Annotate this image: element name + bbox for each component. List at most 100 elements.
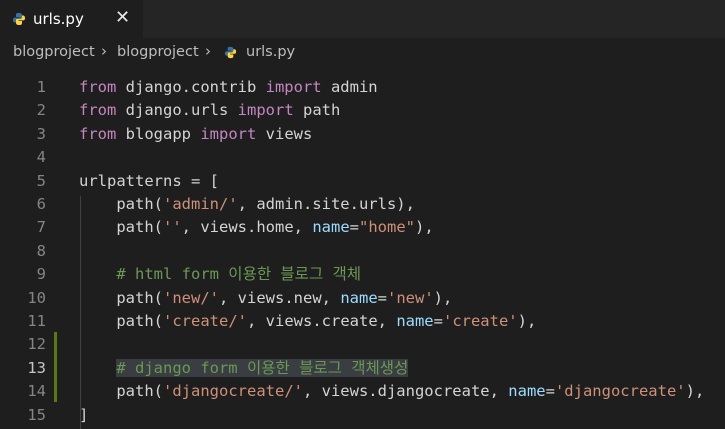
close-icon[interactable]: ✕ bbox=[115, 7, 130, 28]
string-token: 'djangocreate' bbox=[554, 382, 686, 401]
code-token: path( bbox=[79, 312, 163, 330]
line-number: 13 bbox=[27, 358, 46, 377]
string-token: '' bbox=[163, 218, 182, 237]
line-number: 11 bbox=[27, 312, 46, 330]
keyword-token: import bbox=[265, 78, 322, 96]
code-editor[interactable]: 1 from django.contrib import admin 2 from d… bbox=[0, 68, 725, 429]
line-number: 8 bbox=[36, 241, 46, 260]
code-token: = bbox=[545, 382, 555, 401]
code-token: django.urls bbox=[116, 101, 238, 120]
chevron-right-icon: › bbox=[205, 42, 211, 60]
code-text: path('create/', views.create, name='crea… bbox=[79, 310, 536, 333]
comment-token: # django form 이용한 블로그 객체생성 bbox=[116, 358, 409, 377]
string-token: 'djangocreate/' bbox=[163, 382, 303, 401]
code-token: = bbox=[349, 218, 359, 237]
code-line[interactable]: 1 from django.contrib import admin bbox=[0, 76, 725, 99]
code-text: ] bbox=[79, 404, 88, 427]
string-token: "home" bbox=[359, 218, 415, 237]
keyword-token: import bbox=[200, 124, 257, 143]
code-line[interactable]: 8 bbox=[0, 240, 725, 263]
code-token: urlpatterns = [ bbox=[79, 171, 219, 190]
line-number: 5 bbox=[36, 171, 46, 190]
code-line[interactable]: 10 path('new/', views.new, name='new'), bbox=[0, 287, 725, 310]
line-number: 4 bbox=[36, 148, 46, 167]
code-line[interactable]: 14 path('djangocreate/', views.djangocre… bbox=[0, 380, 725, 403]
breadcrumb-item-urls-py[interactable]: urls.py bbox=[246, 44, 295, 60]
code-token: path( bbox=[79, 195, 163, 213]
line-number: 15 bbox=[27, 405, 46, 424]
code-token: path bbox=[293, 101, 341, 120]
line-number: 9 bbox=[36, 265, 46, 284]
code-token: = bbox=[433, 312, 443, 330]
line-number: 1 bbox=[36, 78, 46, 96]
code-text: path('djangocreate/', views.djangocreate… bbox=[79, 380, 704, 403]
code-token: ] bbox=[79, 405, 89, 424]
code-text: path('', views.home, name="home"), bbox=[79, 216, 434, 239]
keyword-token: from bbox=[79, 124, 117, 143]
code-token: , views.djangocreate, bbox=[302, 382, 509, 401]
code-token: path( bbox=[79, 288, 163, 307]
tab-urls-py[interactable]: urls.py ✕ bbox=[0, 0, 143, 38]
comment-token: # html form 이용한 블로그 객체 bbox=[116, 265, 362, 284]
string-token: 'new' bbox=[387, 288, 434, 307]
string-token: 'create/' bbox=[163, 312, 247, 330]
tab-bar: urls.py ✕ bbox=[0, 0, 725, 38]
param-token: name bbox=[312, 218, 350, 237]
code-line[interactable]: 6 path('admin/', admin.site.urls), bbox=[0, 193, 725, 216]
param-token: name bbox=[508, 382, 546, 401]
line-number: 3 bbox=[36, 124, 46, 143]
code-token: ), bbox=[433, 288, 453, 307]
code-line[interactable]: 15] bbox=[0, 404, 725, 427]
code-line[interactable]: 13 # django form 이용한 블로그 객체생성 bbox=[0, 357, 725, 380]
code-token: blogapp bbox=[116, 124, 201, 143]
breadcrumb-item-blogproject-inner[interactable]: blogproject bbox=[117, 44, 199, 60]
code-line[interactable]: 2 from django.urls import path bbox=[0, 99, 725, 122]
string-token: 'admin/' bbox=[163, 195, 238, 213]
param-token: name bbox=[340, 288, 378, 307]
code-text: from django.contrib import admin bbox=[79, 76, 378, 99]
string-token: 'new/' bbox=[163, 288, 219, 307]
code-text: path('new/', views.new, name='new'), bbox=[79, 287, 452, 310]
code-text: from blogapp import views bbox=[79, 123, 312, 146]
code-token: , views.new, bbox=[219, 288, 341, 307]
param-token: name bbox=[396, 312, 434, 330]
code-text: # html form 이용한 블로그 객체 bbox=[79, 263, 361, 286]
code-token: admin bbox=[321, 78, 378, 96]
keyword-token: import bbox=[237, 101, 294, 120]
tab-label: urls.py bbox=[33, 10, 84, 28]
python-file-icon bbox=[13, 13, 25, 25]
code-line[interactable]: 5 urlpatterns = [ bbox=[0, 170, 725, 193]
code-token: ), bbox=[415, 218, 434, 237]
code-token: , views.home, bbox=[181, 218, 313, 237]
keyword-token: from bbox=[79, 101, 117, 120]
line-number: 14 bbox=[27, 382, 46, 401]
code-token: path( bbox=[79, 218, 163, 237]
python-file-icon bbox=[224, 46, 237, 59]
breadcrumb: blogproject › blogproject › urls.py bbox=[0, 38, 725, 68]
chevron-right-icon: › bbox=[101, 42, 107, 60]
code-line[interactable]: 11 path('create/', views.create, name='c… bbox=[0, 310, 725, 333]
line-number: 12 bbox=[27, 335, 46, 354]
code-line[interactable]: 7 path('', views.home, name="home"), bbox=[0, 216, 725, 239]
line-number: 7 bbox=[36, 218, 46, 237]
line-number: 6 bbox=[36, 195, 46, 213]
code-text: path('admin/', admin.site.urls), bbox=[79, 193, 415, 216]
line-number: 2 bbox=[36, 101, 46, 120]
keyword-token: from bbox=[79, 78, 117, 96]
line-number: 10 bbox=[27, 288, 46, 307]
code-token: ), bbox=[517, 312, 537, 330]
code-token: = bbox=[377, 288, 387, 307]
code-token: , views.create, bbox=[247, 312, 397, 330]
code-line[interactable]: 3 from blogapp import views bbox=[0, 123, 725, 146]
code-line[interactable]: 4 bbox=[0, 146, 725, 169]
code-line[interactable]: 12 bbox=[0, 333, 725, 356]
code-line[interactable]: 9 # html form 이용한 블로그 객체 bbox=[0, 263, 725, 286]
code-text: # django form 이용한 블로그 객체생성 bbox=[79, 357, 409, 380]
code-text: from django.urls import path bbox=[79, 99, 340, 122]
code-token: views bbox=[256, 124, 313, 143]
code-token: django.contrib bbox=[116, 78, 266, 96]
code-text: urlpatterns = [ bbox=[79, 170, 219, 193]
breadcrumb-item-blogproject[interactable]: blogproject bbox=[13, 44, 95, 60]
